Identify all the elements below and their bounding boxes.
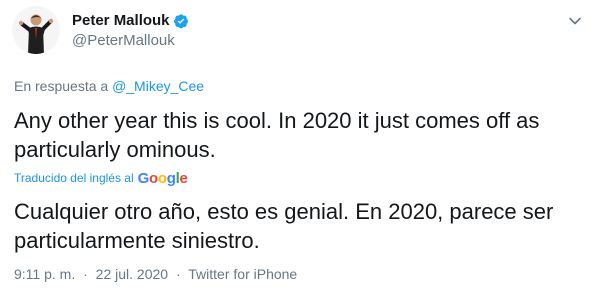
author-handle[interactable]: @PeterMallouk <box>72 32 175 50</box>
avatar[interactable] <box>12 6 60 54</box>
author-display-name[interactable]: Peter Mallouk <box>72 12 170 30</box>
avatar-image <box>12 6 60 54</box>
chevron-down-icon[interactable] <box>568 14 582 28</box>
tweet-text: Any other year this is cool. In 2020 it … <box>14 108 540 162</box>
tweet-date[interactable]: 22 jul. 2020 <box>96 266 168 282</box>
translated-tweet-text: Cualquier otro año, esto es genial. En 2… <box>14 199 554 253</box>
tweet: Peter Mallouk @PeterMallouk En respuesta… <box>0 0 594 300</box>
reply-mention-link[interactable]: @_Mikey_Cee <box>112 78 204 94</box>
translation-attribution: Traducido del inglés al Google <box>14 171 188 186</box>
google-logo: Google <box>137 170 188 187</box>
tweet-source[interactable]: Twitter for iPhone <box>188 266 297 282</box>
tweet-time[interactable]: 9:11 p. m. <box>14 266 75 282</box>
tweet-metadata: 9:11 p. m. · 22 jul. 2020 · Twitter for … <box>14 266 297 283</box>
translated-from-link[interactable]: Traducido del inglés al <box>14 171 134 186</box>
meta-separator: · <box>175 266 181 282</box>
verified-badge-icon <box>173 13 189 29</box>
meta-separator: · <box>83 266 88 282</box>
author-name-row[interactable]: Peter Mallouk <box>72 12 189 30</box>
reply-context: En respuesta a @_Mikey_Cee <box>14 78 204 95</box>
reply-prefix: En respuesta a <box>14 78 109 94</box>
